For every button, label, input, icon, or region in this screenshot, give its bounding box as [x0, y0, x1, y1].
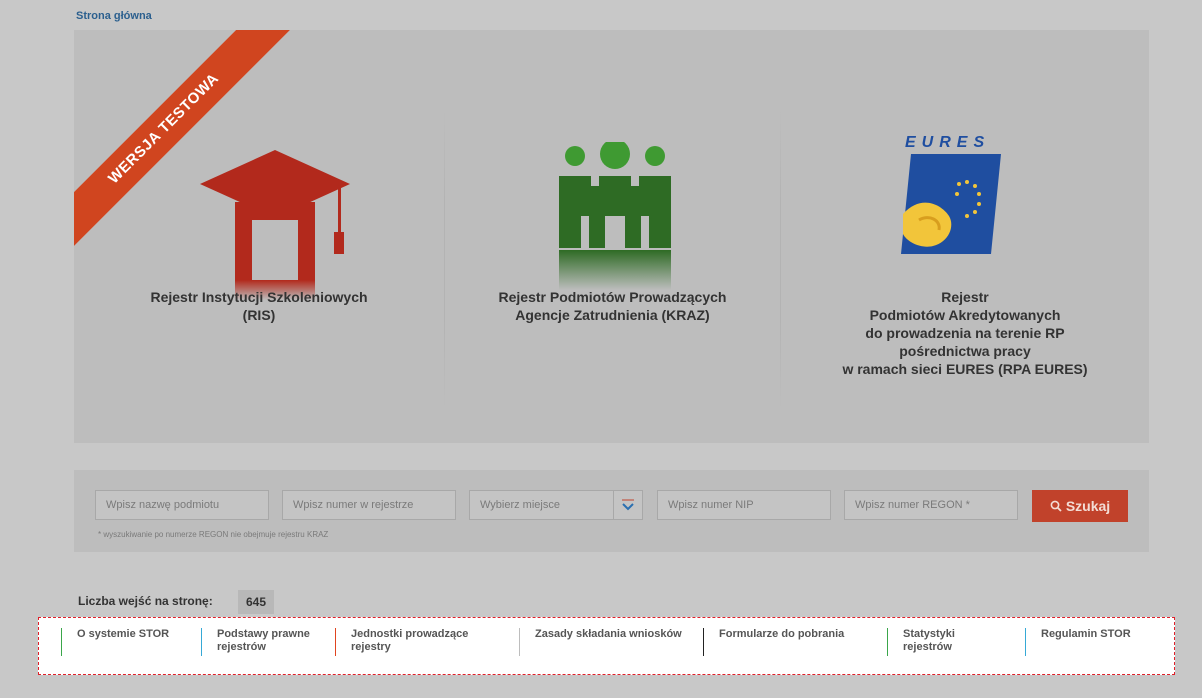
- footer-link-units[interactable]: Jednostki prowadzące rejestry: [335, 628, 469, 656]
- footer-link-label: Jednostki prowadzące: [351, 628, 469, 640]
- footer-accent-bar: [703, 628, 704, 656]
- footer-link-label: rejestrów: [217, 641, 266, 653]
- footer-link-legal-basis[interactable]: Podstawy prawne rejestrów: [201, 628, 310, 656]
- entity-name-input[interactable]: [95, 490, 269, 520]
- footer-link-forms[interactable]: Formularze do pobrania: [703, 628, 845, 656]
- search-button[interactable]: Szukaj: [1032, 490, 1128, 522]
- tile-ris-title-line: (RIS): [242, 307, 276, 323]
- footer-link-terms[interactable]: Regulamin STOR: [1025, 628, 1131, 656]
- footer-accent-bar: [1025, 628, 1026, 656]
- footer-link-statistics[interactable]: Statystyki rejestrów: [887, 628, 955, 656]
- tile-ris-title: Rejestr Instytucji Szkoleniowych (RIS): [74, 288, 444, 324]
- people-group-icon: [559, 142, 671, 290]
- footer-link-label: O systemie STOR: [77, 628, 170, 640]
- footer-link-label: Formularze do pobrania: [719, 628, 845, 640]
- place-select[interactable]: Wybierz miejsce: [469, 490, 643, 520]
- footer-link-about[interactable]: O systemie STOR: [61, 628, 170, 656]
- tile-eures-title-line: Podmiotów Akredytowanych: [869, 307, 1061, 323]
- tile-eures-title-line: do prowadzenia na terenie RP: [865, 325, 1065, 341]
- chevron-down-icon[interactable]: [613, 491, 642, 519]
- tile-rpa-eures-title: Rejestr Podmiotów Akredytowanych do prow…: [781, 288, 1149, 378]
- footer-nav: O systemie STOR Podstawy prawne rejestró…: [38, 617, 1175, 675]
- test-version-ribbon: WERSJA TESTOWA: [74, 30, 334, 290]
- footer-accent-bar: [887, 628, 888, 656]
- footer-accent-bar: [335, 628, 336, 656]
- footer-link-label: Regulamin STOR: [1041, 628, 1131, 640]
- eures-logo-text: EURES: [905, 134, 991, 151]
- page: Strona główna Rejestr Instytucji Szkolen…: [64, 0, 1160, 698]
- place-select-value: Wybierz miejsce: [480, 499, 560, 511]
- footer-link-label: rejestry: [351, 641, 391, 653]
- footer-link-label: rejestrów: [903, 641, 952, 653]
- tile-eures-title-line: Rejestr: [941, 289, 989, 305]
- tile-kraz-title-line: Rejestr Podmiotów Prowadzących: [498, 289, 727, 305]
- regon-note: * wyszukiwanie po numerze REGON nie obej…: [98, 530, 329, 539]
- footer-link-application-rules[interactable]: Zasady składania wniosków: [519, 628, 682, 656]
- breadcrumb-home[interactable]: Strona główna: [76, 10, 152, 22]
- search-icon: [1050, 500, 1062, 512]
- footer-link-label: Statystyki: [903, 628, 955, 640]
- tile-eures-title-line: pośrednictwa pracy: [899, 343, 1031, 359]
- visits-count: 645: [238, 590, 275, 614]
- register-number-input[interactable]: [282, 490, 456, 520]
- search-panel: Wybierz miejsce Szukaj * wyszukiwanie po…: [74, 470, 1149, 552]
- footer-link-label: Podstawy prawne: [217, 628, 310, 640]
- nip-input[interactable]: [657, 490, 831, 520]
- regon-input[interactable]: [844, 490, 1018, 520]
- tile-kraz-title-line: Agencje Zatrudnienia (KRAZ): [515, 307, 710, 323]
- search-button-label: Szukaj: [1065, 498, 1111, 514]
- eures-logo-icon: [901, 154, 1001, 254]
- footer-accent-bar: [201, 628, 202, 656]
- visits-label: Liczba wejść na stronę:: [78, 594, 213, 608]
- tile-eures-title-line: w ramach sieci EURES (RPA EURES): [842, 361, 1088, 377]
- ribbon-label: WERSJA TESTOWA: [74, 30, 298, 263]
- register-tiles: Rejestr Instytucji Szkoleniowych (RIS) R…: [74, 30, 1149, 443]
- footer-accent-bar: [61, 628, 62, 656]
- footer-accent-bar: [519, 628, 520, 656]
- footer-link-label: Zasady składania wniosków: [535, 628, 682, 640]
- tile-kraz[interactable]: Rejestr Podmiotów Prowadzących Agencje Z…: [445, 30, 780, 443]
- tile-ris-title-line: Rejestr Instytucji Szkoleniowych: [150, 289, 368, 305]
- tile-kraz-title: Rejestr Podmiotów Prowadzących Agencje Z…: [445, 288, 780, 324]
- tile-rpa-eures[interactable]: EURES Rejestr Podmiotów Akredytowanych d…: [781, 30, 1149, 443]
